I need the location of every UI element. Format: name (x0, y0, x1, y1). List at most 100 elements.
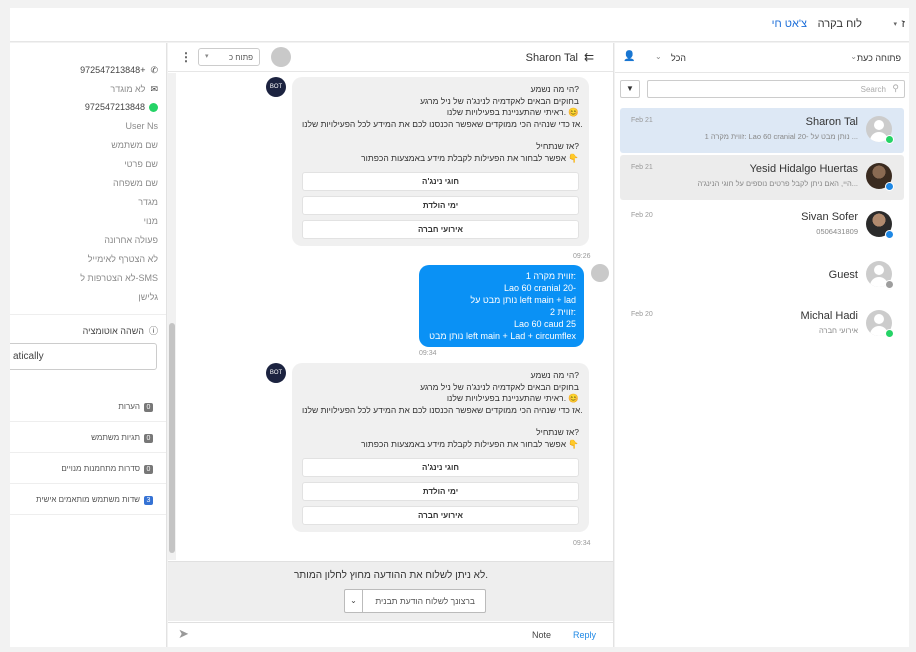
conversation-item[interactable]: Guest (620, 253, 904, 298)
menu-toggle[interactable]: ז (901, 18, 905, 30)
automation-pause-label: השהה אוטומציה ⓘ (83, 324, 158, 337)
status-filter[interactable]: פתוחה כעת (857, 53, 901, 63)
messenger-icon (885, 182, 894, 191)
section-label: סדרות מתחמנות מנויים (61, 464, 140, 473)
bot-message: הי מה נשמע? בחוקים הבאים לאקדמיה לנינג'ה… (292, 363, 589, 532)
section-notes[interactable]: הערות 0 (10, 391, 166, 422)
conversation-preview: 0506431809 (816, 227, 858, 236)
contact-profile-panel: 972547213848+ ✆ לא מוגדר ✉ 972547213848 Us… (10, 43, 167, 647)
message-line: אז שנתחיל? (536, 141, 579, 151)
channel-filter[interactable]: הכל (671, 53, 686, 63)
profile-field: לא הצטרף לאימייל (87, 254, 158, 264)
conversation-item[interactable]: Feb 21 Sharon Tal זווית מקרה 1: Lao 60 c… (620, 108, 904, 153)
composer-locked-area: לא ניתן לשלוח את ההודעה מחוץ לחלון המותר… (168, 561, 613, 621)
conversation-date: Feb 20 (631, 212, 653, 219)
nav-livechat[interactable]: צ'אט חי (772, 18, 807, 30)
scrollbar-thumb[interactable] (169, 323, 175, 553)
message-line (302, 416, 579, 427)
conversation-name: Michal Hadi (800, 310, 858, 322)
collapse-panel-icon[interactable]: ⇇ (584, 50, 594, 64)
chevron-down-icon[interactable]: ▾ (893, 20, 897, 28)
message-line: אז כדי שנהיה הכי ממוקדים שאפשר הכנסנו לכ… (302, 404, 583, 415)
chat-contact-name: Sharon Tal (525, 52, 578, 64)
conversation-date: Feb 21 (631, 164, 653, 171)
kebab-menu-icon[interactable]: ⋮ (180, 50, 192, 64)
profile-field: User Ns (125, 121, 158, 131)
message-line: זווית מקרה 1: (525, 271, 576, 281)
chevron-down-icon[interactable]: ⌄ (345, 590, 363, 612)
count-badge: 0 (144, 403, 153, 412)
assignee-avatar[interactable] (271, 47, 291, 67)
section-label: שדות משתמש מותאמים אישית (36, 495, 140, 504)
conversation-preview: היי, האם ניתן לקבל פרטים נוספים על חוגי … (697, 179, 858, 188)
chevron-down-icon: ▾ (205, 53, 209, 60)
send-icon[interactable]: ➤ (178, 626, 189, 642)
scrollbar[interactable] (168, 73, 176, 560)
profile-phone-row: 972547213848+ ✆ (80, 65, 158, 76)
message-line: אז כדי שנהיה הכי ממוקדים שאפשר הכנסנו לכ… (302, 118, 583, 129)
tab-note[interactable]: Note (532, 630, 551, 640)
conversation-item[interactable]: Feb 20 Sivan Sofer 0506431809 (620, 203, 904, 248)
status-select[interactable]: פתוח כ ▾ (198, 48, 260, 66)
message-line: אפשר לבחור את הפעילות לקבלת מידע באמצעות… (361, 152, 579, 163)
add-contact-icon[interactable]: 👤 (623, 51, 635, 62)
section-user-tags[interactable]: תגיות משתמש 0 (10, 422, 166, 453)
composer-toolbar: ➤ Note Reply (168, 622, 613, 647)
chevron-down-icon[interactable]: ⌄ (655, 52, 662, 61)
quick-reply-button[interactable]: ימי הולדת (302, 196, 579, 215)
profile-whatsapp-row: 972547213848 (85, 102, 158, 113)
conversation-preview: אירועי חברה (819, 326, 858, 335)
quick-reply-button[interactable]: אירועי חברה (302, 506, 579, 525)
chevron-down-icon[interactable]: ⌄ (850, 52, 857, 61)
conversation-list-panel: פתוחה כעת ⌄ הכל ⌄ 👤 ▼ Search ⚲ Feb 21 Sh… (615, 43, 909, 647)
message-line: הי מה נשמע? (530, 370, 579, 380)
send-template-button[interactable]: ברצונך לשלוח הודעת תבנית ⌄ (344, 589, 486, 613)
message-time: 09:34 (573, 540, 591, 547)
message-line: אז שנתחיל? (536, 427, 579, 437)
section-sequences[interactable]: סדרות מתחמנות מנויים 0 (10, 453, 166, 484)
chat-panel: ⋮ פתוח כ ▾ Sharon Tal ⇇ BOT הי מה נשמע? ב… (168, 43, 614, 647)
whatsapp-icon (885, 329, 894, 338)
count-badge: 0 (144, 465, 153, 474)
profile-phone[interactable]: 972547213848+ (80, 65, 145, 75)
message-line (302, 130, 579, 141)
conversation-name: Yesid Hidalgo Huertas (749, 163, 858, 175)
automation-select[interactable]: atically (10, 343, 157, 370)
message-time: 09:26 (573, 253, 591, 260)
message-line: Lao 60 cranial 20- (503, 283, 576, 293)
quick-reply-button[interactable]: אירועי חברה (302, 220, 579, 239)
profile-whatsapp-phone[interactable]: 972547213848 (85, 102, 145, 112)
profile-email: לא מוגדר (110, 84, 146, 94)
conversation-date: Feb 21 (631, 117, 653, 124)
tab-reply[interactable]: Reply (573, 630, 596, 640)
quick-reply-button[interactable]: חוגי נינג'ה (302, 458, 579, 477)
search-placeholder: Search (860, 85, 886, 94)
web-chat-icon (885, 280, 894, 289)
profile-field: שם משפחה (113, 178, 158, 188)
phone-icon: ✆ (150, 65, 158, 75)
conversation-item[interactable]: Feb 20 Michal Hadi אירועי חברה (620, 302, 904, 347)
quick-reply-button[interactable]: ימי הולדת (302, 482, 579, 501)
filter-icon[interactable]: ▼ (620, 80, 640, 98)
message-line: זווית 2: (550, 307, 576, 317)
nav-dashboard[interactable]: לוח בקרה (818, 18, 862, 30)
top-navigation-bar: ז ▾ לוח בקרה צ'אט חי (10, 8, 909, 42)
message-line: נותן מבט על left main + lad (470, 295, 576, 305)
message-line: הי מה נשמע? (530, 84, 579, 94)
section-label: הערות (118, 402, 140, 411)
divider (10, 314, 166, 315)
message-line: בחוקים הבאים לאקדמיה לנינג'ה של ניל מרגע (420, 381, 579, 392)
envelope-icon: ✉ (150, 84, 158, 94)
window-notice: לא ניתן לשלוח את ההודעה מחוץ לחלון המותר… (293, 570, 489, 581)
profile-field: מנוי (143, 216, 158, 226)
count-badge: 3 (144, 496, 153, 505)
whatsapp-icon (149, 103, 158, 113)
search-icon: ⚲ (892, 83, 899, 93)
conversation-item[interactable]: Feb 21 Yesid Hidalgo Huertas היי, האם ני… (620, 155, 904, 200)
search-input[interactable]: Search ⚲ (647, 80, 905, 98)
profile-field: מגדר (138, 197, 158, 207)
help-icon[interactable]: ⓘ (149, 324, 158, 337)
quick-reply-button[interactable]: חוגי נינג'ה (302, 172, 579, 191)
section-custom-fields[interactable]: שדות משתמש מותאמים אישית 3 (10, 484, 166, 515)
message-line: ראיתי שהתעניינת בפעילויות שלנו. 😊 (446, 107, 579, 117)
